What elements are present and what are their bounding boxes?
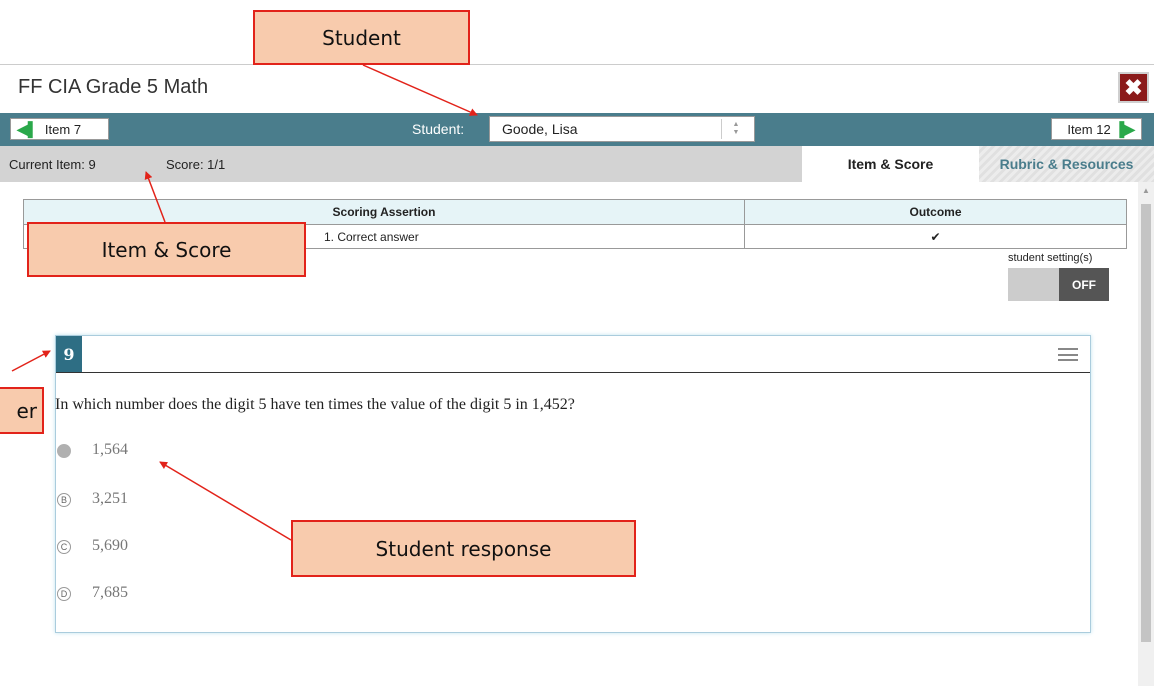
annotation-arrows — [11, 64, 478, 541]
arrow-student — [362, 64, 478, 116]
arrow-student-response — [159, 461, 292, 541]
arrow-partial — [11, 350, 51, 372]
arrow-item-score — [144, 171, 166, 223]
